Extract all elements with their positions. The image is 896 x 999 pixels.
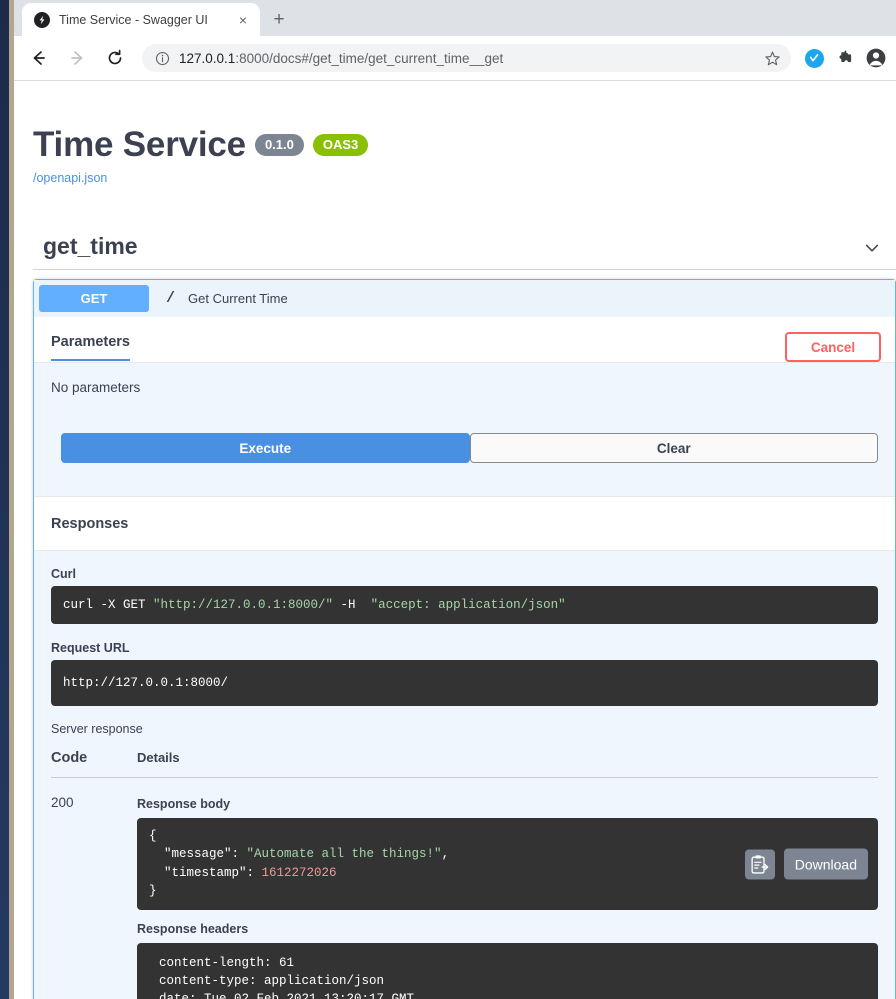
- request-url-value: http://127.0.0.1:8000/: [51, 660, 878, 707]
- column-header-code: Code: [51, 750, 88, 767]
- json-key-message: "message":: [149, 847, 247, 862]
- version-badge: 0.1.0: [254, 134, 304, 156]
- server-response-label: Server response: [51, 722, 143, 737]
- tag-section-get-time: get_time: [14, 233, 896, 270]
- operation-body: Parameters Cancel No parameters Execute …: [34, 317, 895, 999]
- json-key-timestamp: "timestamp":: [149, 865, 262, 880]
- curl-label: Curl: [51, 567, 76, 581]
- browser-tab-active[interactable]: Time Service - Swagger UI ×: [22, 3, 260, 36]
- parameters-header: Parameters Cancel: [34, 317, 895, 362]
- api-title-row: Time Service 0.1.0 OAS3: [33, 125, 896, 165]
- curl-cmd: curl -X GET: [63, 598, 154, 612]
- info-circle-icon[interactable]: [154, 50, 170, 66]
- tag-header[interactable]: get_time: [33, 233, 896, 270]
- json-close-brace: }: [149, 883, 157, 898]
- column-header-details: Details: [137, 750, 180, 766]
- operation-summary-text: Get Current Time: [188, 291, 288, 306]
- operation-summary-row[interactable]: GET / Get Current Time: [34, 280, 895, 317]
- address-bar-text: 127.0.0.1:8000/docs#/get_time/get_curren…: [179, 51, 756, 66]
- response-body-actions: Download: [744, 848, 868, 880]
- openapi-spec-link[interactable]: /openapi.json: [33, 171, 896, 185]
- close-icon[interactable]: ×: [234, 11, 252, 29]
- responses-body: Curl curl -X GET "http://127.0.0.1:8000/…: [34, 550, 895, 999]
- responses-title: Responses: [51, 516, 129, 532]
- tab-parameters[interactable]: Parameters: [51, 334, 130, 361]
- request-url-label: Request URL: [51, 641, 130, 656]
- response-body-label: Response body: [137, 797, 231, 812]
- parameters-body: No parameters Execute Clear: [34, 363, 895, 496]
- extensions-puzzle-icon[interactable]: [831, 44, 859, 72]
- request-url-block: Request URL http://127.0.0.1:8000/: [51, 641, 878, 707]
- copy-to-clipboard-icon[interactable]: [744, 849, 775, 879]
- json-open-brace: {: [149, 829, 157, 844]
- url-path: :8000/docs#/get_time/get_current_time__g…: [235, 50, 504, 66]
- browser-tab-title: Time Service - Swagger UI: [59, 12, 208, 27]
- curl-block: Curl curl -X GET "http://127.0.0.1:8000/…: [51, 567, 878, 625]
- cancel-button[interactable]: Cancel: [785, 332, 881, 362]
- responses-header: Responses: [34, 496, 895, 550]
- table-row: 200 Response body { "message": "Automate…: [51, 778, 878, 999]
- curl-url: "http://127.0.0.1:8000/": [153, 598, 334, 612]
- curl-header: "accept: application/json": [370, 598, 566, 612]
- lightning-bolt-icon: [34, 11, 50, 28]
- json-comma: ,: [441, 847, 450, 862]
- profile-avatar-icon[interactable]: [862, 44, 890, 72]
- operation-path: /: [166, 290, 176, 307]
- swagger-ui-page: Time Service 0.1.0 OAS3 /openapi.json ge…: [14, 81, 896, 999]
- response-headers-label: Response headers: [137, 921, 249, 936]
- browser-tab-strip: Time Service - Swagger UI × +: [14, 0, 896, 36]
- tag-name-label: get_time: [43, 233, 138, 259]
- clear-button[interactable]: Clear: [469, 433, 878, 463]
- browser-window: Time Service - Swagger UI × + 127.0.0.1:…: [14, 0, 896, 999]
- execute-button[interactable]: Execute: [61, 433, 470, 463]
- api-info-block: Time Service 0.1.0 OAS3 /openapi.json: [14, 81, 896, 185]
- response-headers-block: Response headers content-length: 61 cont…: [137, 922, 878, 999]
- response-body-wrapper: { "message": "Automate all the things!",…: [137, 818, 878, 910]
- curl-flag: -H: [333, 598, 371, 612]
- response-code: 200: [51, 795, 74, 811]
- copy-to-clipboard-icon[interactable]: [849, 594, 869, 616]
- forward-button[interactable]: [62, 43, 92, 73]
- url-host: 127.0.0.1: [179, 50, 236, 66]
- response-headers-code: content-length: 61 content-type: applica…: [137, 942, 878, 999]
- extension-checkmark-icon[interactable]: [800, 44, 828, 72]
- responses-table: Code Details 200 Response body { "messag…: [51, 750, 878, 999]
- http-method-badge: GET: [39, 285, 149, 312]
- download-button[interactable]: Download: [783, 848, 868, 880]
- execute-row: Execute Clear: [51, 395, 895, 496]
- reload-button[interactable]: [100, 43, 130, 73]
- no-parameters-text: No parameters: [51, 380, 141, 395]
- browser-toolbar: 127.0.0.1:8000/docs#/get_time/get_curren…: [14, 36, 896, 80]
- desktop-edge-strip: [0, 0, 9, 999]
- chevron-down-icon[interactable]: [862, 238, 882, 258]
- response-details: Response body { "message": "Automate all…: [137, 792, 878, 999]
- responses-table-header: Code Details: [51, 750, 878, 779]
- back-button[interactable]: [24, 43, 54, 73]
- bookmark-star-icon[interactable]: [756, 50, 781, 67]
- json-value-timestamp: 1612272026: [261, 865, 337, 880]
- oas-badge: OAS3: [312, 134, 369, 156]
- desktop-background: Time Service - Swagger UI × + 127.0.0.1:…: [0, 0, 896, 999]
- operation-block-get-root: GET / Get Current Time Parameters Cancel…: [33, 279, 896, 999]
- curl-command: curl -X GET "http://127.0.0.1:8000/" -H …: [51, 586, 878, 625]
- new-tab-button[interactable]: +: [266, 7, 292, 33]
- page-title: Time Service: [33, 125, 246, 164]
- json-value-message: "Automate all the things!": [246, 847, 442, 862]
- address-bar[interactable]: 127.0.0.1:8000/docs#/get_time/get_curren…: [142, 44, 791, 72]
